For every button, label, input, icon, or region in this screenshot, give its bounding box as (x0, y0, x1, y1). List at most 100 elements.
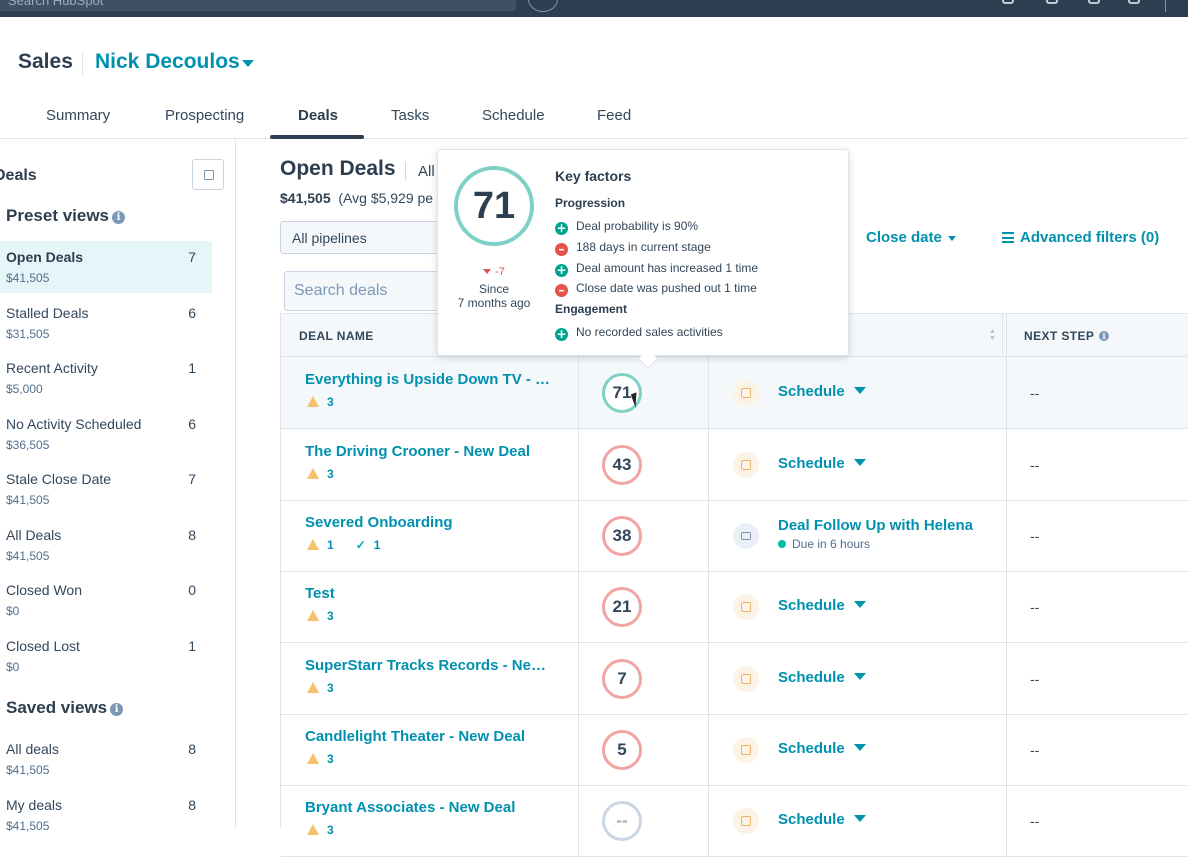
deal-name-link[interactable]: Test (305, 585, 335, 602)
schedule-dropdown[interactable]: Schedule (778, 383, 866, 400)
close-date-filter[interactable]: Close date (866, 229, 956, 246)
sidebar-item-my-deals[interactable]: My deals $41,505 8 (0, 789, 212, 841)
deal-score[interactable]: 43 (602, 445, 642, 485)
warning-count[interactable]: 3 (307, 609, 334, 623)
popover-score: 71 (454, 166, 534, 246)
deal-name-link[interactable]: Candlelight Theater - New Deal (305, 728, 525, 745)
table-row[interactable]: Bryant Associates - New Deal 3 -- Schedu… (281, 785, 1188, 857)
view-amount: $41,505 (6, 763, 50, 777)
sidebar-item-open-deals[interactable]: Open Deals $41,505 7 (0, 241, 212, 293)
schedule-dropdown[interactable]: Schedule (778, 455, 866, 472)
sidebar-item-closed-lost[interactable]: Closed Lost $0 1 (0, 630, 212, 682)
table-row[interactable]: Severed Onboarding 1 ✓ 1 38 Deal Follow Up… (281, 500, 1188, 572)
view-count: 8 (188, 527, 196, 543)
tab-tasks[interactable]: Tasks (391, 107, 429, 124)
warning-count[interactable]: 3 (307, 823, 334, 837)
chevron-down-icon[interactable] (242, 60, 254, 67)
column-header-next-step[interactable]: NEXT STEP i (1024, 329, 1110, 343)
view-count: 7 (188, 471, 196, 487)
factor-item: + Deal probability is 90% (555, 219, 699, 235)
view-amount: $41,505 (6, 493, 50, 507)
minus-circle-icon: – (555, 284, 568, 297)
schedule-dropdown[interactable]: Schedule (778, 811, 866, 828)
sidebar-item-closed-won[interactable]: Closed Won $0 0 (0, 574, 212, 626)
completed-tasks-icon: ✓ (355, 538, 366, 552)
tab-prospecting[interactable]: Prospecting (165, 107, 244, 124)
deal-score[interactable]: 38 (602, 516, 642, 556)
table-row[interactable]: Candlelight Theater - New Deal 3 5 Sched… (281, 714, 1188, 786)
warning-count[interactable]: 1 ✓ 1 (307, 538, 380, 552)
tab-summary[interactable]: Summary (46, 107, 110, 124)
add-button[interactable] (528, 0, 558, 12)
activity-link[interactable]: Deal Follow Up with Helena (778, 517, 973, 534)
cell-divider (578, 643, 579, 715)
sidebar-item-stalled-deals[interactable]: Stalled Deals $31,505 6 (0, 297, 212, 349)
view-amount: $41,505 (6, 549, 50, 563)
deal-name-link[interactable]: SuperStarr Tracks Records - New ... (305, 657, 555, 674)
tab-feed[interactable]: Feed (597, 107, 631, 124)
cell-divider (578, 785, 579, 857)
chevron-down-icon (853, 459, 866, 466)
cell-divider (1006, 785, 1007, 857)
deal-score-popover: 71 -7 Since 7 months ago Key factors Prog… (437, 149, 849, 369)
score-since: Since 7 months ago (457, 282, 531, 310)
cell-divider (1006, 643, 1007, 715)
deal-score[interactable]: -- (602, 801, 642, 841)
table-row[interactable]: The Driving Crooner - New Deal 3 43 Sche… (281, 429, 1188, 501)
view-count: 8 (188, 741, 196, 757)
notifications-icon[interactable] (1128, 0, 1140, 4)
user-selector[interactable]: Nick Decoulos (95, 50, 240, 74)
header-divider (82, 52, 83, 76)
sidebar-item-recent-activity[interactable]: Recent Activity $5,000 1 (0, 352, 212, 404)
marketplace-icon[interactable] (1002, 0, 1014, 4)
sort-icon[interactable]: ▲ ▼ (989, 328, 996, 342)
owner-filter[interactable]: All (418, 163, 435, 180)
warning-count[interactable]: 3 (307, 395, 334, 409)
next-step-value: -- (1030, 457, 1040, 473)
deal-score[interactable]: 21 (602, 587, 642, 627)
schedule-dropdown[interactable]: Schedule (778, 669, 866, 686)
pipeline-select[interactable]: All pipelines (280, 221, 440, 254)
deal-name-link[interactable]: Everything is Upside Down TV - N... (305, 371, 555, 388)
deal-name-link[interactable]: The Driving Crooner - New Deal (305, 443, 530, 460)
cell-divider (708, 643, 709, 715)
table-row[interactable]: Test 3 21 Schedule -- (281, 571, 1188, 643)
schedule-dropdown[interactable]: Schedule (778, 597, 866, 614)
down-arrow-icon (483, 269, 492, 274)
advanced-filters-button[interactable]: Advanced filters (0) (1002, 229, 1159, 246)
info-icon[interactable]: i (110, 703, 124, 716)
sidebar-item-stale-close-date[interactable]: Stale Close Date $41,505 7 (0, 463, 212, 515)
warning-count[interactable]: 3 (307, 467, 334, 481)
help-icon[interactable] (1046, 0, 1058, 4)
sidebar-item-all-deals-saved[interactable]: All deals $41,505 8 (0, 733, 212, 785)
sidebar-item-no-activity-scheduled[interactable]: No Activity Scheduled $36,505 6 (0, 408, 212, 460)
collapse-sidebar-button[interactable] (192, 159, 224, 190)
column-header-deal-name[interactable]: DEAL NAME (299, 329, 374, 343)
cell-divider (578, 357, 579, 429)
table-row[interactable]: Everything is Upside Down TV - N... 3 71… (281, 357, 1188, 429)
email-icon (733, 523, 759, 549)
warning-count[interactable]: 3 (307, 681, 334, 695)
tab-schedule[interactable]: Schedule (482, 107, 545, 124)
warning-icon (307, 468, 319, 479)
sidebar-item-all-deals[interactable]: All Deals $41,505 8 (0, 519, 212, 571)
chevron-down-icon (853, 673, 866, 680)
info-icon[interactable]: i (112, 211, 126, 224)
deal-name-link[interactable]: Bryant Associates - New Deal (305, 799, 515, 816)
table-row[interactable]: SuperStarr Tracks Records - New ... 3 7 … (281, 643, 1188, 715)
settings-icon[interactable] (1088, 0, 1100, 4)
info-icon[interactable]: i (1099, 331, 1110, 341)
activity-due: Due in 6 hours (778, 537, 870, 551)
plus-circle-icon: + (555, 221, 568, 235)
tab-deals[interactable]: Deals (298, 107, 338, 124)
schedule-dropdown[interactable]: Schedule (778, 740, 866, 757)
warning-count[interactable]: 3 (307, 752, 334, 766)
filter-icon (1002, 232, 1014, 243)
search-deals-field[interactable] (284, 271, 444, 311)
view-label: Closed Won (6, 582, 83, 598)
global-search-input[interactable]: Search HubSpot (0, 0, 516, 11)
deal-score[interactable]: 5 (602, 730, 642, 770)
search-deals-input[interactable] (285, 272, 443, 310)
deal-score[interactable]: 7 (602, 659, 642, 699)
deal-name-link[interactable]: Severed Onboarding (305, 514, 453, 531)
